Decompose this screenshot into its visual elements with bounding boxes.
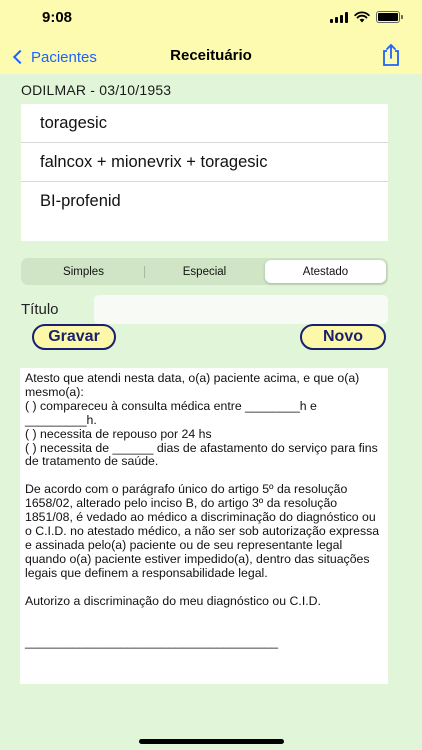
segment-especial[interactable]: Especial: [144, 260, 265, 283]
save-button[interactable]: Gravar: [32, 324, 116, 350]
share-icon[interactable]: [380, 43, 402, 67]
new-button[interactable]: Novo: [300, 324, 386, 350]
segment-simples[interactable]: Simples: [23, 260, 144, 283]
navigation-bar: 9:08 Pacientes Receituário: [0, 0, 422, 74]
title-input[interactable]: [94, 295, 388, 324]
battery-icon: [376, 11, 403, 23]
title-label: Título: [21, 301, 59, 318]
wifi-icon: [354, 11, 370, 23]
attestation-text-area[interactable]: Atesto que atendi nesta data, o(a) pacie…: [20, 368, 388, 684]
cellular-signal-icon: [330, 11, 348, 23]
list-item[interactable]: BI-profenid: [21, 182, 388, 221]
list-item[interactable]: falncox + mionevrix + toragesic: [21, 143, 388, 182]
home-indicator: [139, 739, 284, 744]
patient-header: ODILMAR - 03/10/1953: [21, 82, 172, 98]
page-title: Receituário: [170, 47, 252, 64]
status-time: 9:08: [42, 9, 73, 26]
status-icons: [330, 11, 403, 23]
attestation-text: Atesto que atendi nesta data, o(a) pacie…: [25, 371, 380, 650]
medication-list: toragesic falncox + mionevrix + toragesi…: [21, 104, 388, 241]
segment-atestado[interactable]: Atestado: [265, 260, 386, 283]
list-item[interactable]: toragesic: [21, 104, 388, 143]
document-type-segmented-control: Simples Especial Atestado: [21, 258, 388, 285]
